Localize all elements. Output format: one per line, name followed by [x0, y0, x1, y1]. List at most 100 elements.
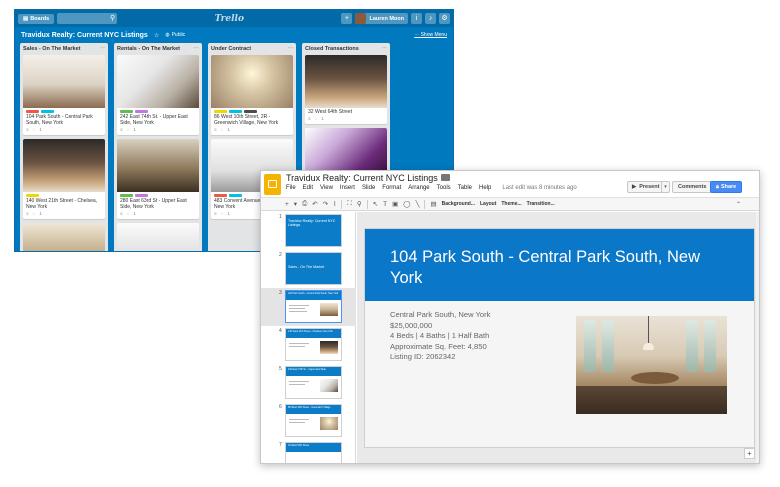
card[interactable]: 280 East 63rd St - Upper East Side, New …	[117, 139, 199, 219]
folder-icon[interactable]	[441, 174, 450, 181]
list-title[interactable]: Under Contract ⋯	[211, 46, 293, 52]
menu-help[interactable]: Help	[479, 185, 491, 191]
thumbnail-image	[320, 303, 338, 316]
info-icon[interactable]: i	[411, 13, 422, 24]
menu-slide[interactable]: Slide	[362, 185, 375, 191]
comment-add-icon[interactable]: ▤	[430, 200, 436, 208]
slide-number: 5	[279, 366, 282, 372]
slide-thumbnail[interactable]: 4 140 West 21th Street - Chelsea, New Yo…	[261, 326, 356, 364]
visibility-button[interactable]: ◍ Public	[165, 32, 185, 38]
textbox-icon[interactable]: T	[383, 201, 387, 208]
share-button[interactable]: 🔒︎ Share	[710, 181, 743, 193]
menu-format[interactable]: Format	[382, 185, 401, 191]
boards-button[interactable]: ▤ Boards	[18, 13, 55, 24]
fit-icon[interactable]: ⛶	[347, 200, 352, 208]
show-menu-link[interactable]: ··· Show Menu	[414, 32, 447, 38]
menu-arrange[interactable]: Arrange	[408, 185, 429, 191]
menu-table[interactable]: Table	[458, 185, 472, 191]
card[interactable]: 242 East 74th St. - Upper East Side, New…	[117, 55, 199, 135]
list-rentals: Rentals - On The Market ⋯ 242 East 74th S…	[114, 43, 202, 251]
user-menu[interactable]: Lauren Moon	[355, 13, 408, 24]
list-title[interactable]: Closed Transactions ⋯	[305, 46, 387, 52]
line-icon[interactable]: ╲	[416, 200, 420, 208]
slides-logo-icon[interactable]	[264, 174, 281, 195]
label-purple	[135, 110, 148, 113]
document-title[interactable]: Travidux Realty: Current NYC Listings	[286, 173, 438, 183]
explore-icon[interactable]: +	[744, 448, 755, 459]
trello-logo: Trello	[214, 13, 244, 24]
collapse-toolbar-icon[interactable]: ⌃	[736, 201, 741, 208]
thumbnail-title: 140 West 21th Street - Chelsea, New York	[286, 329, 341, 338]
description-icon: ≡	[26, 211, 29, 216]
background-button[interactable]: Background...	[442, 201, 475, 207]
board-title[interactable]: Travidux Realty: Current NYC Listings	[21, 32, 148, 39]
list-menu-icon[interactable]: ⋯	[288, 46, 294, 52]
layout-button[interactable]: Layout	[480, 201, 496, 207]
star-icon[interactable]: ☆	[154, 32, 159, 39]
list-title-text: Under Contract	[211, 46, 252, 52]
comments-button[interactable]: Comments	[672, 181, 713, 193]
card[interactable]: 104 Park South - Central Park South, New…	[23, 55, 105, 135]
card[interactable]: 86 West 10th Street, 2R - Greenwich Vill…	[211, 55, 293, 135]
list-menu-icon[interactable]: ⋯	[100, 46, 106, 52]
slide-thumbnail[interactable]: 7 32 West 64th Street	[261, 440, 356, 463]
present-button[interactable]: ▶ Present	[627, 181, 665, 193]
card-title: 32 West 64th Street	[308, 109, 353, 115]
list-title[interactable]: Rentals - On The Market ⋯	[117, 46, 199, 52]
menu-view[interactable]: View	[320, 185, 333, 191]
comment-icon: ◌	[126, 127, 130, 132]
slide-thumbnail[interactable]: 2 Sales - On The Market	[261, 250, 356, 288]
listing-photo[interactable]	[576, 316, 727, 414]
add-button[interactable]: +	[341, 13, 353, 24]
menu-insert[interactable]: Insert	[340, 185, 355, 191]
slide-thumbnail[interactable]: 1 Travidux Realty: Current NYC Listings	[261, 212, 356, 250]
label-sky	[229, 110, 242, 113]
photo-lamp-cord	[648, 316, 649, 344]
print-icon[interactable]: ⎙	[302, 200, 307, 208]
slide-thumbnail-selected[interactable]: 3 104 Park South - Central Park South, N…	[261, 288, 356, 326]
list-title[interactable]: Sales - On The Market ⋯	[23, 46, 105, 52]
bell-icon[interactable]: ♪	[425, 13, 436, 24]
scrollbar[interactable]	[756, 212, 759, 463]
current-slide[interactable]: 104 Park South - Central Park South, New…	[364, 228, 755, 448]
card[interactable]	[117, 223, 199, 251]
select-icon[interactable]: ↖	[373, 200, 378, 208]
list-sales: Sales - On The Market ⋯ 104 Park South - …	[20, 43, 108, 251]
slide-number: 6	[279, 404, 282, 410]
slide-thumbnail[interactable]: 5 242 East 74th St. - Upper East Side	[261, 364, 356, 402]
new-slide-icon[interactable]: +	[285, 201, 289, 208]
slide-body-text[interactable]: Central Park South, New York $25,000,000…	[390, 310, 490, 363]
listing-id: Listing ID: 2062342	[390, 352, 456, 361]
card[interactable]: 32 West 64th Street ≡ ◌ 1	[305, 55, 387, 124]
search-input[interactable]: ⚲	[57, 13, 118, 24]
label-green	[120, 194, 133, 197]
gear-icon[interactable]: ⚙	[439, 13, 450, 24]
paint-format-icon[interactable]: ⌇	[333, 200, 336, 208]
slide-thumbnail[interactable]: 6 86 West 10th Street - Greenwich Villag…	[261, 402, 356, 440]
zoom-icon[interactable]: ⚲	[357, 200, 362, 208]
menu-edit[interactable]: Edit	[303, 185, 313, 191]
theme-button[interactable]: Theme...	[501, 201, 521, 207]
transition-button[interactable]: Transition...	[527, 201, 555, 207]
undo-icon[interactable]: ↶	[312, 200, 317, 208]
menu-tools[interactable]: Tools	[437, 185, 451, 191]
list-menu-icon[interactable]: ⋯	[382, 46, 388, 52]
redo-icon[interactable]: ↷	[323, 200, 328, 208]
card[interactable]: 140 West 21th Street - Chelsea, New York…	[23, 139, 105, 219]
image-icon[interactable]: ▣	[392, 200, 398, 208]
shape-icon[interactable]: ◯	[403, 200, 410, 208]
slide-title[interactable]: 104 Park South - Central Park South, New…	[390, 247, 724, 289]
list-menu-icon[interactable]: ⋯	[194, 46, 200, 52]
card-title: 104 Park South - Central Park South, New…	[26, 114, 93, 126]
photo-floor	[576, 386, 727, 414]
thumbnail-text-line	[289, 384, 305, 385]
label-red	[214, 194, 227, 197]
present-dropdown[interactable]: ▾	[661, 181, 670, 193]
last-edit-status[interactable]: Last edit was 8 minutes ago	[502, 185, 576, 191]
thumbnail-title: Sales - On The Market	[286, 253, 341, 284]
dropdown-icon[interactable]: ▾	[294, 200, 297, 208]
card[interactable]	[23, 223, 105, 251]
menu-file[interactable]: File	[286, 185, 296, 191]
show-menu-label: Show Menu	[420, 32, 447, 38]
board-header: Travidux Realty: Current NYC Listings ☆ …	[15, 27, 453, 43]
